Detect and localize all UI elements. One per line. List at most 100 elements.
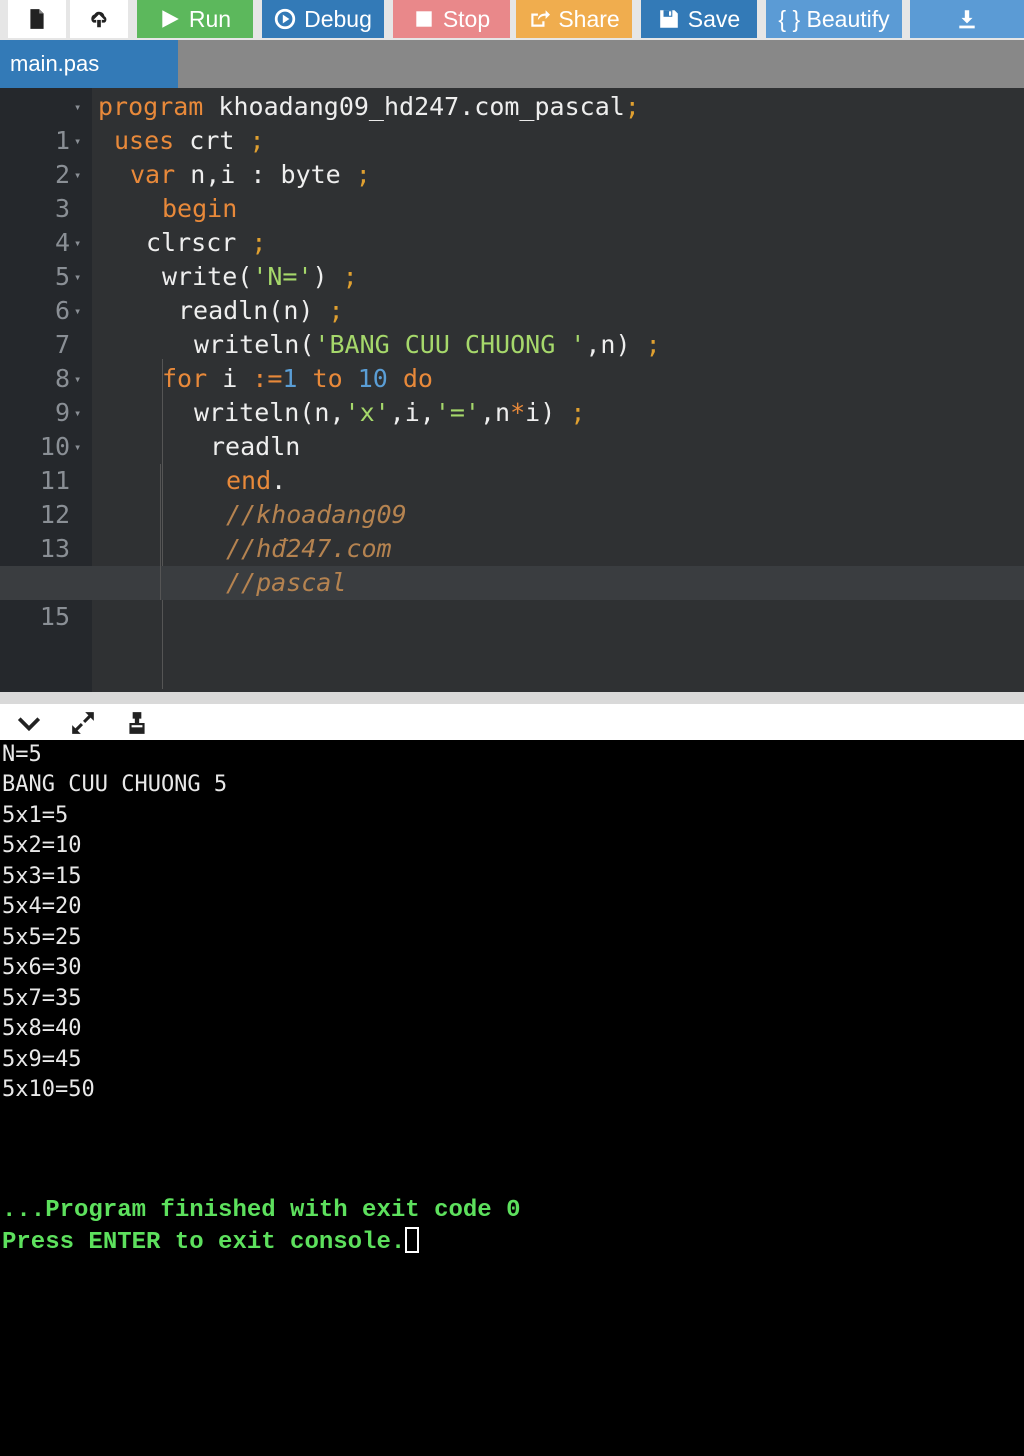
fold-arrow-icon[interactable]: ▾ <box>74 396 81 430</box>
keyword: for <box>162 364 208 393</box>
keyword: end <box>226 466 272 495</box>
console-line: 5x3=15 <box>2 864 82 889</box>
tab-bar: main.pas <box>0 40 1024 88</box>
code-line-4: 4 begin <box>0 192 1024 257</box>
code-line-12: 12 end. <box>0 464 1024 529</box>
clear-console-icon[interactable] <box>124 710 150 736</box>
string-literal: '=' <box>434 398 480 427</box>
stop-button[interactable]: Stop <box>393 0 510 38</box>
code-editor[interactable]: 1 ▾ program khoadang09_hd247.com_pascal; … <box>0 88 1024 692</box>
beautify-label: { } Beautify <box>778 5 890 32</box>
download-icon <box>959 10 975 29</box>
debug-button[interactable]: Debug <box>262 0 384 38</box>
tab-label: main.pas <box>10 51 100 76</box>
program-name: khoadang09_hd247.com_pascal <box>203 92 625 121</box>
semicolon: ; <box>328 296 344 325</box>
press-enter-text: Press ENTER to exit console. <box>2 1229 406 1256</box>
tab-main-pas[interactable]: main.pas <box>0 40 178 88</box>
expand-icon[interactable] <box>70 710 96 736</box>
panel-resize-handle[interactable] <box>0 692 1024 704</box>
code-line-7: 7 ▾ readln(n) ; <box>0 294 1024 359</box>
save-button[interactable]: Save <box>641 0 757 38</box>
keyword: var <box>130 160 176 189</box>
console-line: 5x7=35 <box>2 986 82 1011</box>
upload-button[interactable] <box>70 0 128 38</box>
share-button[interactable]: Share <box>516 0 632 38</box>
code-text: i) <box>525 398 571 427</box>
code-line-13: 13 //khoadang09 <box>0 498 1024 563</box>
console-line: N=5 <box>2 742 42 767</box>
share-label: Share <box>558 5 620 32</box>
run-button[interactable]: Run <box>137 0 253 38</box>
code-line-2: 2 ▾ uses crt ; <box>0 124 1024 189</box>
code-line-10: 10 ▾ writeln(n,'x',i,'=',n*i) ; <box>0 396 1024 461</box>
play-icon <box>162 10 179 28</box>
file-icon <box>30 9 44 29</box>
code-line-5: 5 ▾ clrscr ; <box>0 226 1024 291</box>
fold-arrow-icon[interactable]: ▾ <box>74 226 81 260</box>
console-line: 5x4=20 <box>2 894 82 919</box>
semicolon: ; <box>570 398 586 427</box>
stop-icon <box>416 11 432 27</box>
keyword: begin <box>162 194 238 223</box>
stop-label: Stop <box>442 5 491 32</box>
semicolon: ; <box>342 262 358 291</box>
chevron-down-icon[interactable] <box>16 710 42 736</box>
comment: //pascal <box>226 568 347 597</box>
new-file-button[interactable] <box>8 0 66 38</box>
operator: * <box>510 398 526 427</box>
beautify-button[interactable]: { } Beautify <box>766 0 902 38</box>
fold-arrow-icon[interactable]: ▾ <box>74 260 81 294</box>
code-text: readln(n) <box>178 296 329 325</box>
console-line: 5x5=25 <box>2 925 82 950</box>
code-line-8: 8 writeln('BANG CUU CHUONG ',n) ; <box>0 328 1024 393</box>
console-line: BANG CUU CHUONG 5 <box>2 772 228 797</box>
keyword: uses <box>114 126 175 155</box>
download-button[interactable] <box>910 0 1024 38</box>
console-output[interactable]: N=5 BANG CUU CHUONG 5 5x1=5 5x2=10 5x3=1… <box>0 740 1024 1456</box>
code-text: readln <box>210 432 301 461</box>
code-line-6: 6 ▾ write('N=') ; <box>0 260 1024 325</box>
fold-arrow-icon[interactable]: ▾ <box>74 362 81 396</box>
keyword: do <box>387 364 433 393</box>
text-cursor <box>405 1227 420 1253</box>
fold-arrow-icon[interactable]: ▾ <box>74 294 81 328</box>
code-line-15: 15 //pascal <box>0 566 1024 631</box>
code-line-9: 9 ▾ for i :=1 to 10 do <box>0 362 1024 427</box>
code-line-11: 11 ▾ readln <box>0 430 1024 495</box>
toolbar: Run Debug Stop Share Save { } Beautify <box>0 0 1024 40</box>
operator: := <box>252 364 283 393</box>
semicolon: ; <box>249 126 265 155</box>
semicolon: ; <box>355 160 371 189</box>
code-text: i <box>207 364 253 393</box>
fold-arrow-icon[interactable]: ▾ <box>74 430 81 464</box>
exit-code-message: ...Program finished with exit code 0 <box>2 1197 521 1224</box>
debug-label: Debug <box>304 5 372 32</box>
code-text: ,n <box>479 398 511 427</box>
fold-arrow-icon[interactable]: ▾ <box>74 124 81 158</box>
string-literal: 'N=' <box>252 262 313 291</box>
semicolon: ; <box>645 330 661 359</box>
code-text: . <box>271 466 287 495</box>
code-text: ,i, <box>389 398 435 427</box>
keyword: to <box>297 364 358 393</box>
code-text: ) <box>312 262 343 291</box>
semicolon: ; <box>624 92 640 121</box>
code-text: writeln(n, <box>194 398 345 427</box>
run-label: Run <box>188 5 232 32</box>
code-text: clrscr <box>146 228 252 257</box>
fold-arrow-icon[interactable]: ▾ <box>74 90 81 124</box>
debug-icon <box>274 8 296 30</box>
comment: //khoadang09 <box>226 500 407 529</box>
share-icon <box>531 10 551 27</box>
number-literal: 10 <box>357 364 388 393</box>
comment: //hđ247.com <box>226 534 392 563</box>
floppy-disk-icon <box>659 10 678 28</box>
fold-arrow-icon[interactable]: ▾ <box>74 158 81 192</box>
code-text: n,i : byte <box>175 160 356 189</box>
console-line: 5x6=30 <box>2 955 82 980</box>
press-enter-message: Press ENTER to exit console. <box>2 1227 420 1257</box>
number-literal: 1 <box>282 364 298 393</box>
console-line: 5x2=10 <box>2 833 82 858</box>
cloud-upload-icon <box>91 11 107 28</box>
